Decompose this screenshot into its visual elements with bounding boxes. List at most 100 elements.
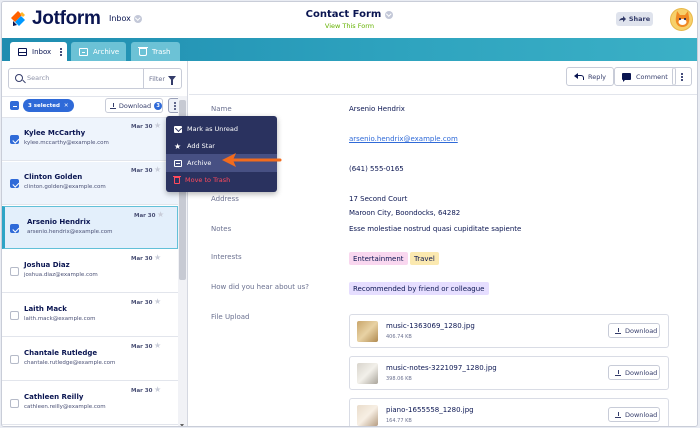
row-checkbox[interactable] — [10, 224, 19, 233]
reply-button[interactable]: Reply — [566, 67, 615, 86]
file-download-label: Download — [625, 368, 658, 377]
file-download-button[interactable]: Download — [608, 365, 660, 380]
file-thumbnail[interactable] — [357, 363, 378, 384]
search-icon — [15, 74, 23, 82]
download-icon — [615, 411, 621, 418]
form-title: Contact Form — [2, 9, 697, 20]
selected-count-pill: 3 selected ✕ — [23, 99, 74, 112]
submitter-email: kylee.mccarthy@example.com — [24, 140, 109, 146]
star-icon[interactable]: ★ — [154, 386, 161, 394]
file-name[interactable]: piano-1655558_1280.jpg — [386, 406, 474, 414]
submitter-email: joshua.diaz@example.com — [24, 272, 98, 278]
hear-about-label: How did you hear about us? — [211, 283, 309, 291]
comment-label: Comment — [636, 72, 668, 81]
download-icon — [615, 369, 621, 376]
row-checkbox[interactable] — [10, 399, 19, 408]
file-thumbnail[interactable] — [357, 405, 378, 426]
submitter-email: laith.mack@example.com — [24, 316, 96, 322]
phone-value: (641) 555-0165 — [349, 165, 404, 173]
file-size: 164.77 KB — [386, 418, 412, 424]
archive-icon — [174, 159, 182, 167]
tab-inbox[interactable]: Inbox — [10, 42, 67, 61]
tab-inbox-label: Inbox — [32, 47, 52, 56]
row-checkbox[interactable] — [10, 267, 19, 276]
share-button[interactable]: Share — [616, 12, 653, 26]
download-icon — [615, 327, 621, 334]
row-checkbox[interactable] — [10, 355, 19, 364]
list-item[interactable]: Arsenio Hendrix arsenio.hendrix@example.c… — [2, 206, 178, 249]
select-all-checkbox[interactable] — [10, 101, 19, 110]
top-bar: Jotform Inbox Contact Form View This For… — [2, 2, 697, 38]
name-value: Arsenio Hendrix — [349, 105, 405, 113]
form-switch-chevron-icon[interactable] — [385, 10, 394, 19]
archive-icon — [79, 47, 88, 56]
tab-options-icon[interactable] — [60, 50, 63, 53]
submission-date: Mar 30 — [131, 124, 153, 130]
interest-tag: Entertainment — [349, 252, 408, 265]
user-avatar[interactable] — [670, 8, 693, 31]
file-attachment: music-notes-3221097_1280.jpg 398.06 KB D… — [349, 356, 669, 390]
submission-date: Mar 30 — [131, 388, 153, 394]
submitter-name: Laith Mack — [24, 305, 67, 313]
download-icon — [110, 102, 116, 109]
search-input[interactable]: Search — [27, 74, 49, 82]
file-thumbnail[interactable] — [357, 321, 378, 342]
list-item[interactable]: Chantale Rutledge chantale.rutledge@examp… — [2, 338, 178, 381]
submission-date: Mar 30 — [134, 213, 156, 219]
share-label: Share — [628, 15, 651, 23]
file-name[interactable]: music-1363069_1280.jpg — [386, 322, 475, 330]
submission-more-button[interactable] — [672, 67, 692, 86]
trash-icon — [138, 46, 148, 56]
tab-archive[interactable]: Archive — [71, 42, 126, 61]
menu-move-to-trash-label: Move to Trash — [185, 176, 231, 184]
list-item[interactable]: Clinton Golden clinton.golden@example.com… — [2, 162, 178, 205]
submitter-name: Chantale Rutledge — [24, 349, 98, 357]
star-icon[interactable]: ★ — [154, 122, 161, 130]
download-label: Download — [118, 101, 152, 110]
list-item[interactable]: Kylee McCarthy kylee.mccarthy@example.com… — [2, 118, 178, 161]
file-download-button[interactable]: Download — [608, 407, 660, 422]
submitter-email: clinton.golden@example.com — [24, 184, 106, 190]
list-item[interactable]: Laith Mack laith.mack@example.com Mar 30 ★ — [2, 294, 178, 337]
annotation-arrow-icon — [222, 153, 282, 167]
star-icon[interactable]: ★ — [154, 342, 161, 350]
star-icon[interactable]: ★ — [154, 254, 161, 262]
more-options-icon — [174, 104, 176, 107]
list-item[interactable]: Cathleen Reilly cathleen.reilly@example.c… — [2, 382, 178, 425]
filter-button[interactable]: Filter — [143, 69, 181, 88]
file-download-button[interactable]: Download — [608, 323, 660, 338]
submission-toolbar: Reply Comment — [189, 61, 697, 95]
submitter-name: Joshua Diaz — [24, 261, 70, 269]
file-name[interactable]: music-notes-3221097_1280.jpg — [386, 364, 497, 372]
star-icon[interactable]: ★ — [154, 166, 161, 174]
star-icon[interactable]: ★ — [157, 211, 164, 219]
row-checkbox[interactable] — [10, 179, 19, 188]
submitter-name: Cathleen Reilly — [24, 393, 84, 401]
row-checkbox[interactable] — [10, 311, 19, 320]
submission-date: Mar 30 — [131, 300, 153, 306]
email-value-link[interactable]: arsenio.hendrix@example.com — [349, 135, 458, 143]
inbox-icon — [18, 47, 27, 56]
menu-mark-unread[interactable]: Mark as Unread — [166, 120, 277, 138]
row-checkbox[interactable] — [10, 135, 19, 144]
tab-trash[interactable]: Trash — [131, 42, 180, 61]
comment-button[interactable]: Comment — [614, 67, 676, 86]
app-window: Jotform Inbox Contact Form View This For… — [1, 1, 698, 427]
name-label: Name — [211, 105, 232, 113]
scroll-down-icon[interactable] — [180, 424, 184, 426]
tab-archive-label: Archive — [93, 47, 120, 56]
submission-date: Mar 30 — [131, 344, 153, 350]
search-box[interactable]: Search Filter — [8, 68, 182, 89]
menu-move-to-trash[interactable]: Move to Trash — [166, 171, 277, 189]
form-title-text[interactable]: Contact Form — [306, 9, 382, 20]
submitter-email: chantale.rutledge@example.com — [24, 360, 116, 366]
clear-selection-icon[interactable]: ✕ — [64, 103, 69, 109]
address-line2: Maroon City, Boondocks, 64282 — [349, 209, 461, 217]
view-form-link[interactable]: View This Form — [2, 22, 697, 30]
star-icon[interactable]: ★ — [154, 298, 161, 306]
star-icon: ★ — [174, 141, 182, 151]
download-button[interactable]: Download 3 — [105, 98, 163, 113]
address-line1: 17 Second Court — [349, 195, 408, 203]
more-options-icon — [681, 75, 683, 78]
list-item[interactable]: Joshua Diaz joshua.diaz@example.com Mar 30… — [2, 250, 178, 293]
